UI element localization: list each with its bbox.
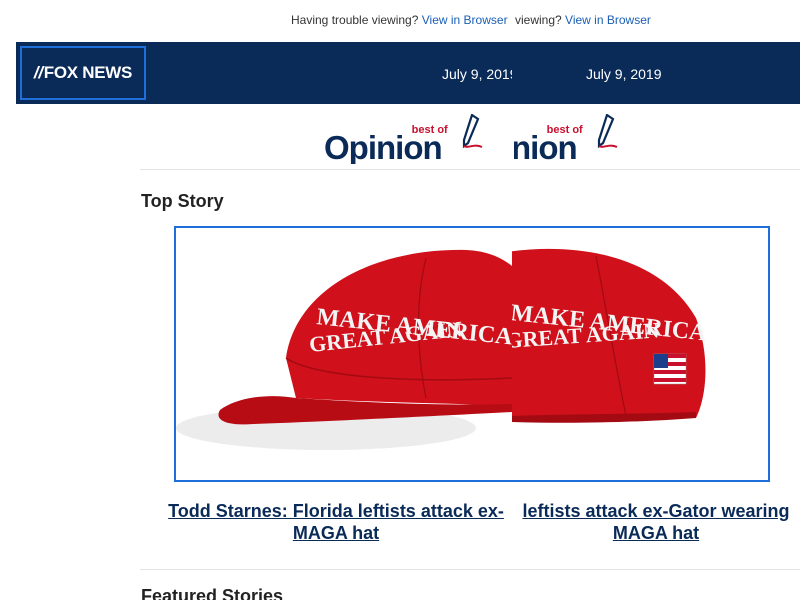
fox-news-logo-link[interactable]: //FOX NEWS xyxy=(20,46,146,100)
american-flag-icon xyxy=(653,353,687,385)
headline-line-1: Todd Starnes: Florida leftists attack ex… xyxy=(168,501,504,521)
fox-news-logo: //FOX NEWS xyxy=(34,63,132,83)
newsletter-date: July 9, 2019 xyxy=(442,66,512,82)
trouble-prefix-cut: viewing? xyxy=(515,13,562,27)
section-divider xyxy=(140,169,800,170)
top-story-heading: Top Story xyxy=(141,191,224,211)
top-story-headline-link-duplicate[interactable]: leftists attack ex-Gator wearing MAGA ha… xyxy=(512,500,800,544)
best-of-label: best of xyxy=(411,124,448,136)
newsletter-header: //FOX NEWS July 9, 2019 July 9, 2019 xyxy=(16,42,800,104)
best-of-opinion-banner: Opinion best of xyxy=(324,114,512,164)
pen-icon xyxy=(593,114,619,156)
view-in-browser-link-duplicate[interactable]: View in Browser xyxy=(565,13,651,27)
trouble-viewing-text-duplicate: viewing? View in Browser xyxy=(515,13,651,27)
trouble-viewing-text: Having trouble viewing? View in Browser xyxy=(291,13,513,27)
logo-mark-icon: // xyxy=(33,63,43,82)
logo-text: FOX NEWS xyxy=(43,63,133,82)
top-story-image-link[interactable]: MAKE AMERICA GREAT AGAIN MAKE AMERICA GR… xyxy=(174,226,770,482)
headline-line-2-duplicate: MAGA hat xyxy=(612,523,700,543)
trouble-viewing-bar: Having trouble viewing? View in Browser … xyxy=(0,0,800,42)
headline-line-2: MAGA hat xyxy=(292,523,380,543)
maga-hat-image: MAKE AMERICA GREAT AGAIN MAKE AMERICA GR… xyxy=(176,228,768,480)
view-in-browser-link[interactable]: View in Browser xyxy=(422,13,508,27)
trouble-prefix: Having trouble viewing? xyxy=(291,13,419,27)
best-of-opinion-banner-duplicate: Opinion best of xyxy=(514,114,634,164)
best-of-label-duplicate: best of xyxy=(546,124,583,136)
top-story-headline-link[interactable]: Todd Starnes: Florida leftists attack ex… xyxy=(160,500,512,544)
featured-stories-heading: Featured Stories xyxy=(141,586,284,600)
pen-icon xyxy=(458,114,484,156)
section-divider xyxy=(140,569,800,570)
newsletter-date-duplicate: July 9, 2019 xyxy=(586,66,662,82)
headline-line-1-duplicate: leftists attack ex-Gator wearing xyxy=(522,501,790,521)
